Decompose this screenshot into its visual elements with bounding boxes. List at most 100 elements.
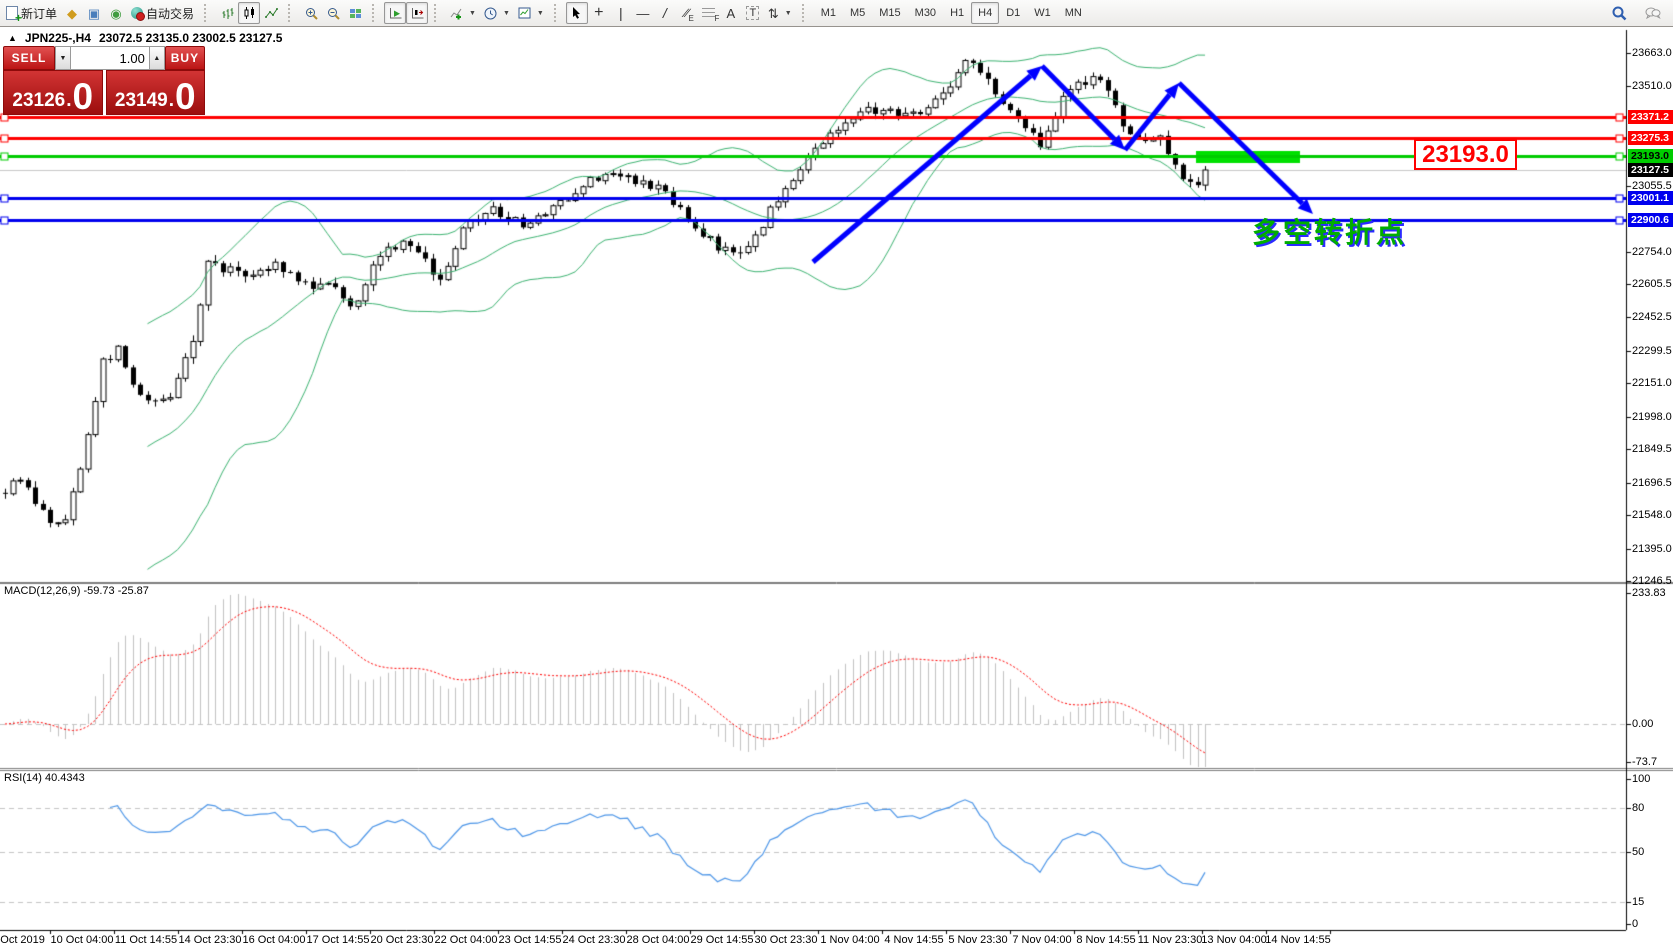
chart-shift-icon [411, 7, 424, 20]
time-axis-label: 10 Oct 04:00 [51, 934, 114, 946]
buy-price[interactable]: 23149.0 [106, 70, 206, 115]
price-axis-tick: 21849.5 [1632, 443, 1672, 455]
dropdown-caret-icon[interactable]: ▼ [785, 10, 792, 17]
community-button[interactable] [1641, 2, 1665, 24]
auto-trading-button-label: 自动交易 [146, 5, 194, 22]
rsi-axis-tick: 15 [1632, 896, 1644, 908]
timeframe-m15[interactable]: M15 [872, 2, 907, 24]
label-button[interactable]: T [742, 2, 764, 24]
arrows-button[interactable]: ⇅▼ [764, 2, 796, 24]
buy-price-dot: . [169, 90, 174, 112]
window-menu-icon[interactable]: ▲ [8, 33, 17, 43]
timeframe-h1-label: H1 [950, 7, 964, 19]
sell-price-dot: . [66, 90, 71, 112]
auto-trading-button[interactable]: 自动交易 [127, 2, 198, 24]
timeframe-m5[interactable]: M5 [843, 2, 872, 24]
channel-icon: ∕∕ [685, 6, 689, 20]
chart-shift-button[interactable] [406, 2, 428, 24]
toolbar-separator [288, 4, 294, 22]
text-button[interactable]: A [720, 2, 742, 24]
toolbar-group [214, 0, 284, 26]
bar-chart-button[interactable] [216, 2, 238, 24]
up-arrow-icon: ▲ [153, 55, 160, 62]
price-axis-tick: 23663.0 [1632, 47, 1672, 59]
price-axis-tick: 22299.5 [1632, 345, 1672, 357]
arrows-icon: ⇅ [768, 7, 779, 20]
time-axis-label: 5 Nov 23:30 [948, 934, 1007, 946]
templates-button[interactable]: ▼ [514, 2, 548, 24]
timeframe-h1[interactable]: H1 [943, 2, 971, 24]
periods-button[interactable]: ▼ [480, 2, 514, 24]
timeframe-m1-label: M1 [821, 7, 836, 19]
dropdown-caret-icon[interactable]: ▼ [537, 10, 544, 17]
toolbar-separator [434, 4, 440, 22]
toolbar-group [382, 0, 430, 26]
toolbar-separator [802, 4, 808, 22]
vertical-line-button[interactable]: | [610, 2, 632, 24]
time-axis-label: 17 Oct 14:55 [307, 934, 370, 946]
time-axis-label: 1 Nov 04:00 [820, 934, 879, 946]
signals-button[interactable]: ◉ [105, 2, 127, 24]
zoom-out-button[interactable] [322, 2, 344, 24]
dropdown-caret-icon[interactable]: ▼ [469, 10, 476, 17]
macd-axis-tick: -73.7 [1632, 756, 1657, 768]
dropdown-caret-icon[interactable]: ▼ [503, 10, 510, 17]
timeframe-d1-label: D1 [1006, 7, 1020, 19]
time-axis-label: 11 Nov 23:30 [1138, 934, 1203, 946]
timeframe-w1[interactable]: W1 [1027, 2, 1058, 24]
trendline-button[interactable]: / [654, 2, 676, 24]
price-line-label: 23127.5 [1628, 163, 1673, 177]
price-axis-tick: 22452.5 [1632, 311, 1672, 323]
time-axis-label: 11 Oct 14:55 [115, 934, 177, 946]
rsi-axis-tick: 100 [1632, 773, 1650, 785]
time-axis-label: 13 Nov 04:00 [1201, 934, 1266, 946]
hline-icon: — [636, 7, 649, 20]
textA-icon: A [727, 7, 736, 20]
search-button[interactable] [1608, 2, 1631, 24]
time-axis-label: 20 Oct 23:30 [371, 934, 434, 946]
clock-icon [484, 7, 497, 20]
time-axis-label: 16 Oct 04:00 [243, 934, 306, 946]
chart-ohlc: 23072.5 23135.0 23002.5 23127.5 [99, 31, 283, 45]
time-axis-label: 29 Oct 14:55 [691, 934, 754, 946]
horizontal-line-button[interactable]: — [632, 2, 654, 24]
price-annotation-box[interactable]: 23193.0 [1414, 139, 1517, 170]
sell-button[interactable]: SELL [3, 46, 55, 70]
sell-price-pips: 0 [73, 82, 94, 112]
channel-button[interactable]: ∕∕ [676, 2, 698, 24]
zoom-in-button[interactable] [300, 2, 322, 24]
vline-icon: | [619, 6, 623, 20]
magnifier-icon [1612, 6, 1627, 21]
buy-button[interactable]: BUY [165, 46, 205, 70]
price-line-label: 23275.3 [1628, 131, 1673, 145]
cursor-button[interactable] [566, 2, 588, 24]
rsi-axis-tick: 80 [1632, 802, 1644, 814]
chart-symbol-period: JPN225-,H4 [25, 31, 91, 45]
volume-decrease-button[interactable]: ▼ [55, 46, 71, 70]
tile-windows-button[interactable] [344, 2, 366, 24]
data-window-button[interactable]: ▣ [83, 2, 105, 24]
price-axis-tick: 22151.0 [1632, 377, 1672, 389]
template-icon [518, 7, 531, 19]
timeframe-m30[interactable]: M30 [908, 2, 943, 24]
sell-price[interactable]: 23126.0 [3, 70, 103, 115]
timeframe-h4[interactable]: H4 [971, 2, 999, 24]
auto-scroll-button[interactable] [384, 2, 406, 24]
market-watch-button[interactable]: ◆ [61, 2, 83, 24]
timeframe-mn[interactable]: MN [1058, 2, 1089, 24]
volume-increase-button[interactable]: ▲ [149, 46, 165, 70]
fibonacci-button[interactable] [698, 2, 720, 24]
textT-icon: T [746, 6, 759, 20]
timeframe-d1[interactable]: D1 [999, 2, 1027, 24]
timeframe-m1[interactable]: M1 [814, 2, 843, 24]
volume-input[interactable] [71, 46, 149, 70]
crosshair-button[interactable]: + [588, 2, 610, 24]
new-order-button[interactable]: 新订单 [2, 2, 61, 24]
indicators-button[interactable]: ▼ [446, 2, 480, 24]
candlestick-chart-button[interactable] [238, 2, 260, 24]
line-chart-button[interactable] [260, 2, 282, 24]
text-annotation[interactable]: 多空转折点 [1252, 211, 1407, 251]
chat-icon [1645, 6, 1661, 20]
toolbar-group: 新订单 ◆ ▣◉ 自动交易 [0, 0, 200, 26]
gold-diamond-icon: ◆ [67, 7, 77, 20]
